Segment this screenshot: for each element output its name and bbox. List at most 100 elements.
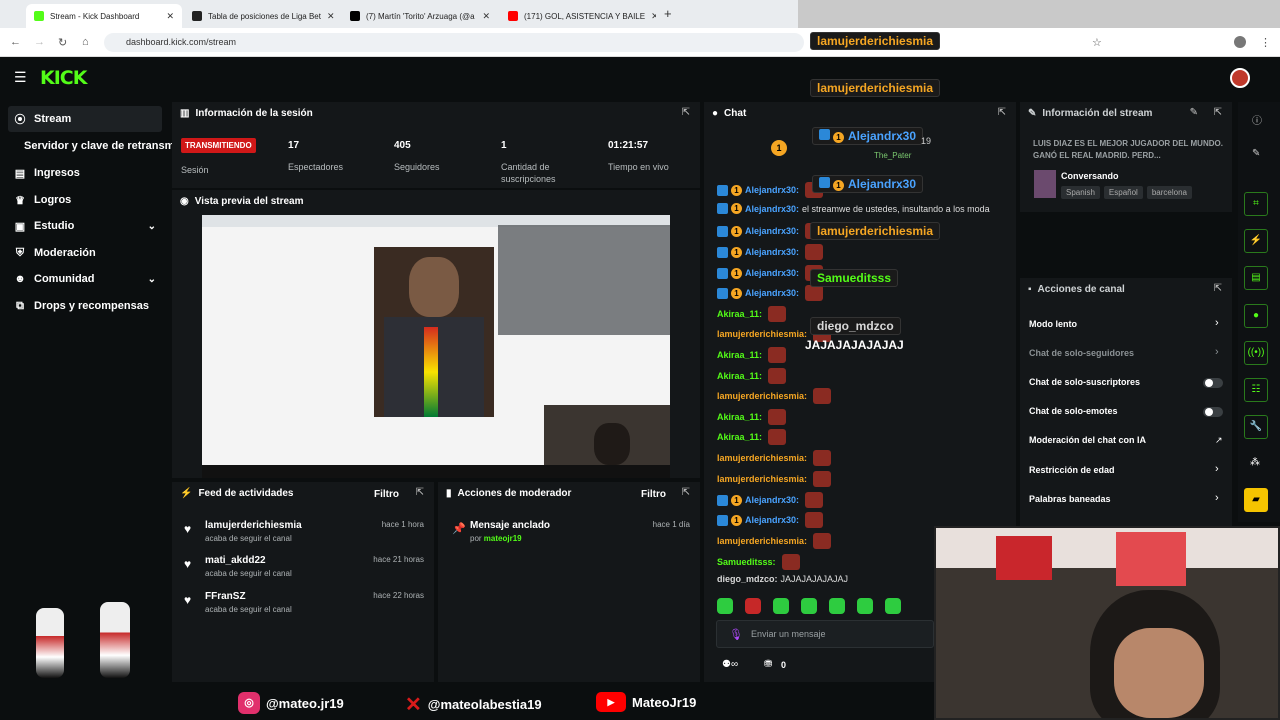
chat-username[interactable]: Alejandrx30: bbox=[745, 247, 799, 257]
expand-icon[interactable]: ⇱ bbox=[682, 107, 690, 118]
nodes-icon[interactable]: ⁂ bbox=[1250, 457, 1260, 468]
emote-icon[interactable] bbox=[773, 598, 789, 614]
sidebar-item-server-key[interactable]: Servidor y clave de retransm bbox=[18, 133, 172, 159]
close-tab-icon[interactable]: ✕ bbox=[651, 11, 656, 22]
channel-action-label[interactable]: Chat de solo-seguidores bbox=[1029, 348, 1134, 358]
chat-username[interactable]: Akiraa_11: bbox=[717, 371, 762, 381]
tag[interactable]: barcelona bbox=[1146, 186, 1192, 199]
chat-username[interactable]: Alejandrx30: bbox=[745, 204, 799, 214]
gift-icon[interactable]: ⛃ bbox=[764, 659, 772, 670]
channel-action-label[interactable]: Moderación del chat con IA bbox=[1029, 435, 1146, 445]
emote-icon[interactable] bbox=[745, 598, 761, 614]
reload-icon[interactable]: ↻ bbox=[58, 36, 67, 49]
emote-icon[interactable] bbox=[717, 598, 733, 614]
chat-username[interactable]: Alejandrx30: bbox=[745, 226, 799, 236]
chat-username[interactable]: Alejandrx30: bbox=[745, 288, 799, 298]
user-avatar[interactable] bbox=[1230, 68, 1250, 88]
pencil-icon[interactable]: ✎ bbox=[1252, 148, 1260, 159]
channel-action-label[interactable]: Chat de solo-suscriptores bbox=[1029, 377, 1140, 387]
external-link-icon[interactable]: ↗ bbox=[1215, 435, 1223, 446]
chat-username[interactable]: Alejandrx30: bbox=[745, 185, 799, 195]
pinned-user[interactable]: The_Pater bbox=[874, 151, 911, 160]
home-icon[interactable]: ⌂ bbox=[82, 36, 89, 48]
edit-icon[interactable]: ✎ bbox=[1190, 107, 1198, 118]
chat-username[interactable]: Akiraa_11: bbox=[717, 309, 762, 319]
layout-icon[interactable]: ☷ bbox=[1244, 378, 1268, 402]
toggle-switch[interactable] bbox=[1203, 378, 1223, 388]
close-tab-icon[interactable]: ✕ bbox=[166, 11, 174, 22]
chat-icon[interactable]: ● bbox=[1244, 304, 1268, 328]
bookmark-star-icon[interactable]: ☆ bbox=[1092, 36, 1102, 49]
expand-icon[interactable]: ⇱ bbox=[416, 487, 424, 498]
emote-icon[interactable] bbox=[857, 598, 873, 614]
chat-username[interactable]: lamujerderichiesmia: bbox=[717, 536, 807, 546]
close-tab-icon[interactable]: ✕ bbox=[327, 11, 335, 22]
sidebar-item-stream[interactable]: ⦿ Stream bbox=[8, 106, 162, 132]
chat-username[interactable]: Akiraa_11: bbox=[717, 350, 762, 360]
bolt-icon[interactable]: ⚡ bbox=[1244, 229, 1268, 253]
mic-icon[interactable]: 🎙 bbox=[729, 628, 743, 641]
chat-username[interactable]: Akiraa_11: bbox=[717, 412, 762, 422]
kick-logo[interactable]: KICK bbox=[40, 67, 87, 89]
back-icon[interactable]: ← bbox=[10, 36, 21, 48]
sidebar-item-ingresos[interactable]: ▤ Ingresos bbox=[8, 160, 162, 186]
wrench-icon[interactable]: 🔧 bbox=[1244, 415, 1268, 439]
channel-action-label[interactable]: Restricción de edad bbox=[1029, 465, 1115, 475]
chevron-right-icon[interactable]: › bbox=[1215, 346, 1219, 358]
tab-liga[interactable]: Tabla de posiciones de Liga Bet ✕ bbox=[184, 4, 340, 28]
chat-username[interactable]: Samueditsss: bbox=[717, 557, 776, 567]
chat-username[interactable]: Alejandrx30: bbox=[745, 268, 799, 278]
profile-avatar-icon[interactable] bbox=[1234, 36, 1246, 48]
chat-username[interactable]: lamujerderichiesmia: bbox=[717, 391, 807, 401]
chat-username[interactable]: lamujerderichiesmia: bbox=[717, 453, 807, 463]
expand-icon[interactable]: ⇱ bbox=[682, 487, 690, 498]
sidebar-item-moderacion[interactable]: ⛨ Moderación bbox=[8, 240, 162, 266]
channel-action-label[interactable]: Modo lento bbox=[1029, 319, 1077, 329]
close-tab-icon[interactable]: ✕ bbox=[482, 11, 490, 22]
new-tab-icon[interactable]: + bbox=[664, 6, 672, 21]
chevron-right-icon[interactable]: › bbox=[1215, 463, 1219, 475]
forward-icon[interactable]: → bbox=[34, 36, 45, 48]
chat-username[interactable]: Alejandrx30: bbox=[745, 515, 799, 525]
broadcast-icon[interactable]: ((•)) bbox=[1244, 341, 1268, 365]
tag[interactable]: Español bbox=[1103, 186, 1143, 199]
tab-x[interactable]: (7) Martín 'Torito' Arzuaga (@a ✕ bbox=[342, 4, 498, 28]
mod-filter-button[interactable]: Filtro bbox=[641, 489, 666, 500]
chat-input[interactable]: 🎙 Enviar un mensaje bbox=[716, 620, 934, 648]
tab-youtube[interactable]: (171) GOL, ASISTENCIA Y BAILE ✕ bbox=[500, 4, 656, 28]
mod-user[interactable]: mateojr19 bbox=[484, 534, 522, 543]
category-name[interactable]: Conversando bbox=[1061, 171, 1119, 181]
chat-username[interactable]: lamujerderichiesmia: bbox=[717, 329, 807, 339]
toggle-switch[interactable] bbox=[1203, 407, 1223, 417]
clapper-icon[interactable]: ▰ bbox=[1244, 488, 1268, 512]
hamburger-menu-icon[interactable]: ☰ bbox=[14, 69, 27, 86]
channel-action-label[interactable]: Chat de solo-emotes bbox=[1029, 406, 1118, 416]
url-input[interactable]: dashboard.kick.com/stream bbox=[104, 33, 804, 52]
chevron-right-icon[interactable]: › bbox=[1215, 317, 1219, 329]
expand-icon[interactable]: ⇱ bbox=[1214, 283, 1222, 294]
info-icon[interactable]: ⓘ bbox=[1252, 112, 1262, 127]
emote-icon[interactable] bbox=[885, 598, 901, 614]
sidebar-item-logros[interactable]: ♛ Logros bbox=[8, 187, 162, 213]
expand-icon[interactable]: ⇱ bbox=[1214, 107, 1222, 118]
chat-username[interactable]: diego_mdzco: bbox=[717, 574, 778, 584]
doc-icon[interactable]: ▤ bbox=[1244, 266, 1268, 290]
emote-icon[interactable] bbox=[829, 598, 845, 614]
scan-icon[interactable]: ⌗ bbox=[1244, 192, 1268, 216]
sidebar-item-comunidad[interactable]: ☻ Comunidad ⌄ bbox=[8, 266, 162, 292]
stream-preview-video[interactable] bbox=[202, 215, 670, 478]
users-icon[interactable]: ⚉∞ bbox=[722, 659, 738, 670]
channel-action-label[interactable]: Palabras baneadas bbox=[1029, 494, 1111, 504]
expand-icon[interactable]: ⇱ bbox=[998, 107, 1006, 118]
chat-username[interactable]: Akiraa_11: bbox=[717, 432, 762, 442]
chat-username[interactable]: lamujerderichiesmia: bbox=[717, 474, 807, 484]
feed-filter-button[interactable]: Filtro bbox=[374, 489, 399, 500]
sidebar-item-drops[interactable]: ⧉ Drops y recompensas bbox=[8, 293, 162, 319]
chevron-right-icon[interactable]: › bbox=[1215, 492, 1219, 504]
tag[interactable]: Spanish bbox=[1061, 186, 1100, 199]
menu-dots-icon[interactable]: ⋮ bbox=[1260, 36, 1271, 49]
emote-icon[interactable] bbox=[801, 598, 817, 614]
chat-username[interactable]: Alejandrx30: bbox=[745, 495, 799, 505]
sidebar-item-estudio[interactable]: ▣ Estudio ⌄ bbox=[8, 213, 162, 239]
tab-kick-dashboard[interactable]: Stream - Kick Dashboard ✕ bbox=[26, 4, 182, 28]
